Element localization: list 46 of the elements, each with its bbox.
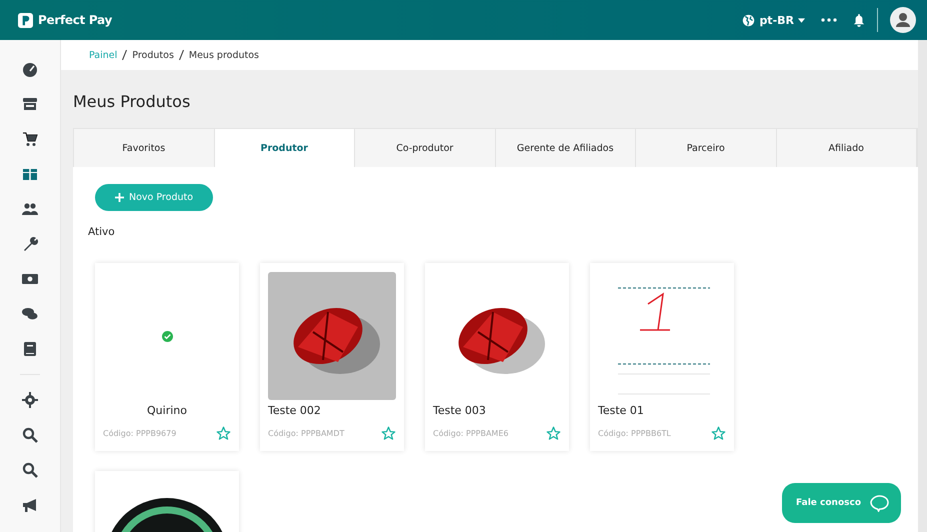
- avatar-icon[interactable]: [890, 7, 916, 33]
- star-icon[interactable]: [381, 426, 396, 441]
- separator-icon: [178, 50, 184, 60]
- product-code: Código: PPPBB6TL: [598, 429, 671, 438]
- check-icon: [162, 330, 172, 342]
- product-code: Código: PPPBAME6: [433, 429, 508, 438]
- users-icon[interactable]: [22, 201, 38, 217]
- search-icon[interactable]: [22, 427, 38, 443]
- product-name: Teste 003: [433, 404, 487, 417]
- section-heading: Ativo: [88, 226, 116, 238]
- wrench-icon[interactable]: [22, 236, 38, 252]
- star-icon[interactable]: [216, 426, 231, 441]
- money-icon[interactable]: [22, 271, 38, 287]
- product-name: Quirino: [146, 404, 188, 417]
- tab[interactable]: Produtor: [214, 129, 355, 167]
- caret-icon: [798, 18, 805, 22]
- star-icon[interactable]: [546, 426, 561, 441]
- language-selector[interactable]: pt-BR: [742, 14, 805, 26]
- product-code: Código: PPPBAMDT: [268, 429, 344, 438]
- separator-icon: [122, 50, 128, 60]
- globe-icon: [742, 14, 756, 26]
- product-card[interactable]: Teste 01 Código: PPPBB6TL: [590, 263, 734, 451]
- breadcrumb-item: Produtos: [132, 50, 174, 60]
- more-icon[interactable]: [821, 18, 837, 22]
- store-icon[interactable]: [22, 96, 38, 112]
- chat-icon: [870, 494, 889, 512]
- product-card[interactable]: Quirino Código: PPPB9679: [95, 263, 239, 451]
- bell-icon[interactable]: [853, 13, 865, 27]
- product-card[interactable]: Teste 003 Código: PPPBAME6: [425, 263, 569, 451]
- breadcrumb-item: Meus produtos: [188, 50, 259, 60]
- search-icon[interactable]: [22, 462, 38, 478]
- cart-icon[interactable]: [22, 131, 38, 147]
- star-icon[interactable]: [711, 426, 726, 441]
- product-code: Código: PPPB9679: [103, 429, 176, 438]
- chat-icon[interactable]: [22, 306, 38, 322]
- product-name: Teste 002: [268, 404, 322, 417]
- product-name: Teste 01: [598, 404, 645, 417]
- page-title: Meus Produtos: [73, 92, 192, 111]
- book-icon[interactable]: [22, 341, 38, 357]
- logo-icon: [18, 12, 33, 28]
- product-card[interactable]: Teste 002 Código: PPPBAMDT: [260, 263, 404, 451]
- box-icon[interactable]: [22, 166, 38, 182]
- plus-icon: [115, 193, 124, 202]
- brand-name: Perfect Pay: [38, 13, 112, 27]
- megaphone-icon[interactable]: [22, 497, 38, 513]
- gauge-icon[interactable]: [22, 61, 38, 77]
